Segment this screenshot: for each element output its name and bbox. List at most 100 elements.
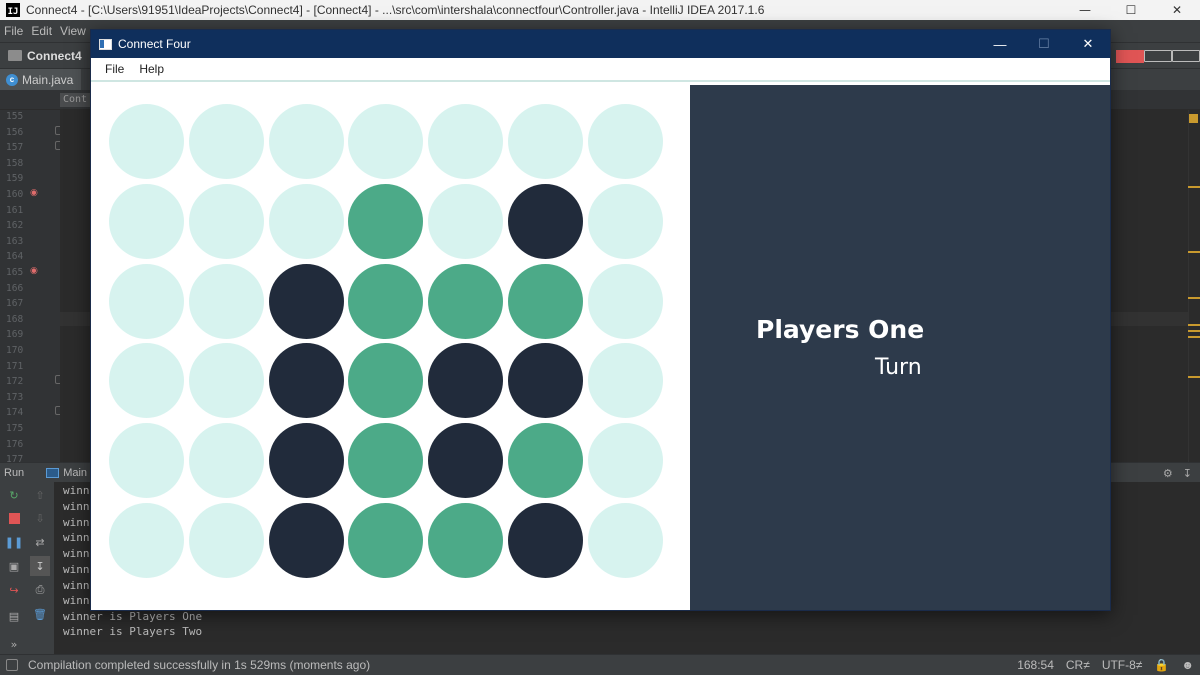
board-cell-r5-c4-green[interactable] xyxy=(348,423,423,498)
line-number: 167 xyxy=(6,298,24,309)
board-cell-r4-c7-empty[interactable] xyxy=(588,343,663,418)
warning-marker[interactable] xyxy=(1188,251,1200,253)
board-cell-r6-c5-green[interactable] xyxy=(428,503,503,578)
warning-marker[interactable] xyxy=(1188,336,1200,338)
board-cell-r2-c4-green[interactable] xyxy=(348,184,423,259)
board-cell-r3-c4-green[interactable] xyxy=(348,264,423,339)
board-cell-r3-c5-green[interactable] xyxy=(428,264,503,339)
minimize-button[interactable]: — xyxy=(978,30,1022,58)
board-cell-r2-c5-empty[interactable] xyxy=(428,184,503,259)
scroll-up-icon[interactable]: ⇧ xyxy=(32,487,48,503)
warning-marker[interactable] xyxy=(1188,324,1200,326)
pause-icon[interactable]: ❚❚ xyxy=(5,534,23,550)
clear-all-icon[interactable]: 🗑 xyxy=(32,606,48,622)
soft-wrap-icon[interactable]: ⇄ xyxy=(32,534,48,550)
board-cell-r1-c2-empty[interactable] xyxy=(189,104,264,179)
board-cell-r1-c1-empty[interactable] xyxy=(109,104,184,179)
board-cell-r2-c2-empty[interactable] xyxy=(189,184,264,259)
board-cell-r5-c7-empty[interactable] xyxy=(588,423,663,498)
board-cell-r3-c3-dark[interactable] xyxy=(269,264,344,339)
scroll-down-icon[interactable]: ⇩ xyxy=(32,510,48,526)
override-marker-icon[interactable]: ◉ xyxy=(30,188,40,198)
warning-marker[interactable] xyxy=(1188,297,1200,299)
board-cell-r3-c1-empty[interactable] xyxy=(109,264,184,339)
board-cell-r4-c1-empty[interactable] xyxy=(109,343,184,418)
warning-marker[interactable] xyxy=(1188,186,1200,188)
hector-icon[interactable]: ☻ xyxy=(1181,658,1194,672)
warning-marker[interactable] xyxy=(1188,330,1200,332)
board-cell-r6-c6-dark[interactable] xyxy=(508,503,583,578)
layout-icon[interactable]: ▤ xyxy=(6,608,22,624)
line-number: 171 xyxy=(6,361,24,372)
maximize-button[interactable]: ☐ xyxy=(1022,30,1066,58)
board-cell-r4-c6-dark[interactable] xyxy=(508,343,583,418)
rerun-icon[interactable]: ↻ xyxy=(6,487,22,503)
sdk-button[interactable] xyxy=(1172,50,1200,62)
board-cell-r4-c4-green[interactable] xyxy=(348,343,423,418)
tab-main-java[interactable]: c Main.java xyxy=(0,68,82,91)
board-cell-r4-c2-empty[interactable] xyxy=(189,343,264,418)
inspection-status-icon[interactable] xyxy=(1189,114,1198,123)
board-cell-r3-c7-empty[interactable] xyxy=(588,264,663,339)
cursor-position[interactable]: 168:54 xyxy=(1017,658,1054,672)
board-cell-r5-c3-dark[interactable] xyxy=(269,423,344,498)
stop-button[interactable] xyxy=(1116,49,1144,63)
project-structure-button[interactable] xyxy=(1144,50,1172,62)
settings-gear-icon[interactable]: ⚙ xyxy=(1163,467,1173,480)
file-encoding[interactable]: UTF-8≠ xyxy=(1102,658,1143,672)
board-cell-r6-c2-empty[interactable] xyxy=(189,503,264,578)
board-cell-r6-c4-green[interactable] xyxy=(348,503,423,578)
board-cell-r5-c5-dark[interactable] xyxy=(428,423,503,498)
editor-error-stripe[interactable] xyxy=(1188,110,1200,462)
board-cell-r6-c1-empty[interactable] xyxy=(109,503,184,578)
board-cell-r3-c2-empty[interactable] xyxy=(189,264,264,339)
stop-icon[interactable] xyxy=(6,510,22,526)
ide-menu-file[interactable]: File xyxy=(0,24,27,38)
line-number: 174 xyxy=(6,407,24,418)
board-cell-r5-c1-empty[interactable] xyxy=(109,423,184,498)
breadcrumb-item[interactable]: Cont xyxy=(60,93,91,107)
board-cell-r2-c1-empty[interactable] xyxy=(109,184,184,259)
board-cell-r1-c3-empty[interactable] xyxy=(269,104,344,179)
game-board[interactable] xyxy=(91,85,690,610)
board-cell-r1-c5-empty[interactable] xyxy=(428,104,503,179)
board-cell-r6-c3-dark[interactable] xyxy=(269,503,344,578)
scroll-to-end-icon[interactable]: ↧ xyxy=(30,556,50,576)
warning-marker[interactable] xyxy=(1188,376,1200,378)
ide-menu-edit[interactable]: Edit xyxy=(27,24,56,38)
project-structure-icon xyxy=(1144,50,1172,62)
menu-help[interactable]: Help xyxy=(132,62,172,76)
close-button[interactable]: ✕ xyxy=(1066,30,1110,58)
game-window-title: Connect Four xyxy=(118,37,191,51)
line-separator[interactable]: CR≠ xyxy=(1066,658,1090,672)
editor-gutter: 155 156 157 158 159 160 161 162 163 164 … xyxy=(0,110,63,465)
turn-label: Turn xyxy=(875,355,922,380)
board-cell-r1-c7-empty[interactable] xyxy=(588,104,663,179)
toggle-tool-windows-icon[interactable] xyxy=(6,659,18,671)
lock-icon[interactable]: 🔒 xyxy=(1154,658,1169,672)
menu-file[interactable]: File xyxy=(98,62,132,76)
ide-close-button[interactable]: ✕ xyxy=(1154,0,1200,20)
board-cell-r4-c5-dark[interactable] xyxy=(428,343,503,418)
board-cell-r5-c2-empty[interactable] xyxy=(189,423,264,498)
line-number: 160 xyxy=(6,189,24,200)
more-icon[interactable]: » xyxy=(6,636,22,652)
board-cell-r2-c3-empty[interactable] xyxy=(269,184,344,259)
board-cell-r6-c7-empty[interactable] xyxy=(588,503,663,578)
dump-threads-icon[interactable]: ▣ xyxy=(6,558,22,574)
ide-menu-view[interactable]: View xyxy=(56,24,90,38)
board-cell-r4-c3-dark[interactable] xyxy=(269,343,344,418)
board-cell-r3-c6-green[interactable] xyxy=(508,264,583,339)
board-cell-r2-c6-dark[interactable] xyxy=(508,184,583,259)
ide-maximize-button[interactable]: ☐ xyxy=(1108,0,1154,20)
print-icon[interactable]: ⎙ xyxy=(32,582,48,598)
board-cell-r1-c6-empty[interactable] xyxy=(508,104,583,179)
hide-panel-icon[interactable]: ↧ xyxy=(1183,467,1192,480)
override-marker-icon[interactable]: ◉ xyxy=(30,266,40,276)
project-breadcrumb[interactable]: Connect4 xyxy=(8,49,82,63)
board-cell-r5-c6-green[interactable] xyxy=(508,423,583,498)
ide-minimize-button[interactable]: — xyxy=(1062,0,1108,20)
board-cell-r1-c4-empty[interactable] xyxy=(348,104,423,179)
exit-icon[interactable]: ↪ xyxy=(6,582,22,598)
board-cell-r2-c7-empty[interactable] xyxy=(588,184,663,259)
